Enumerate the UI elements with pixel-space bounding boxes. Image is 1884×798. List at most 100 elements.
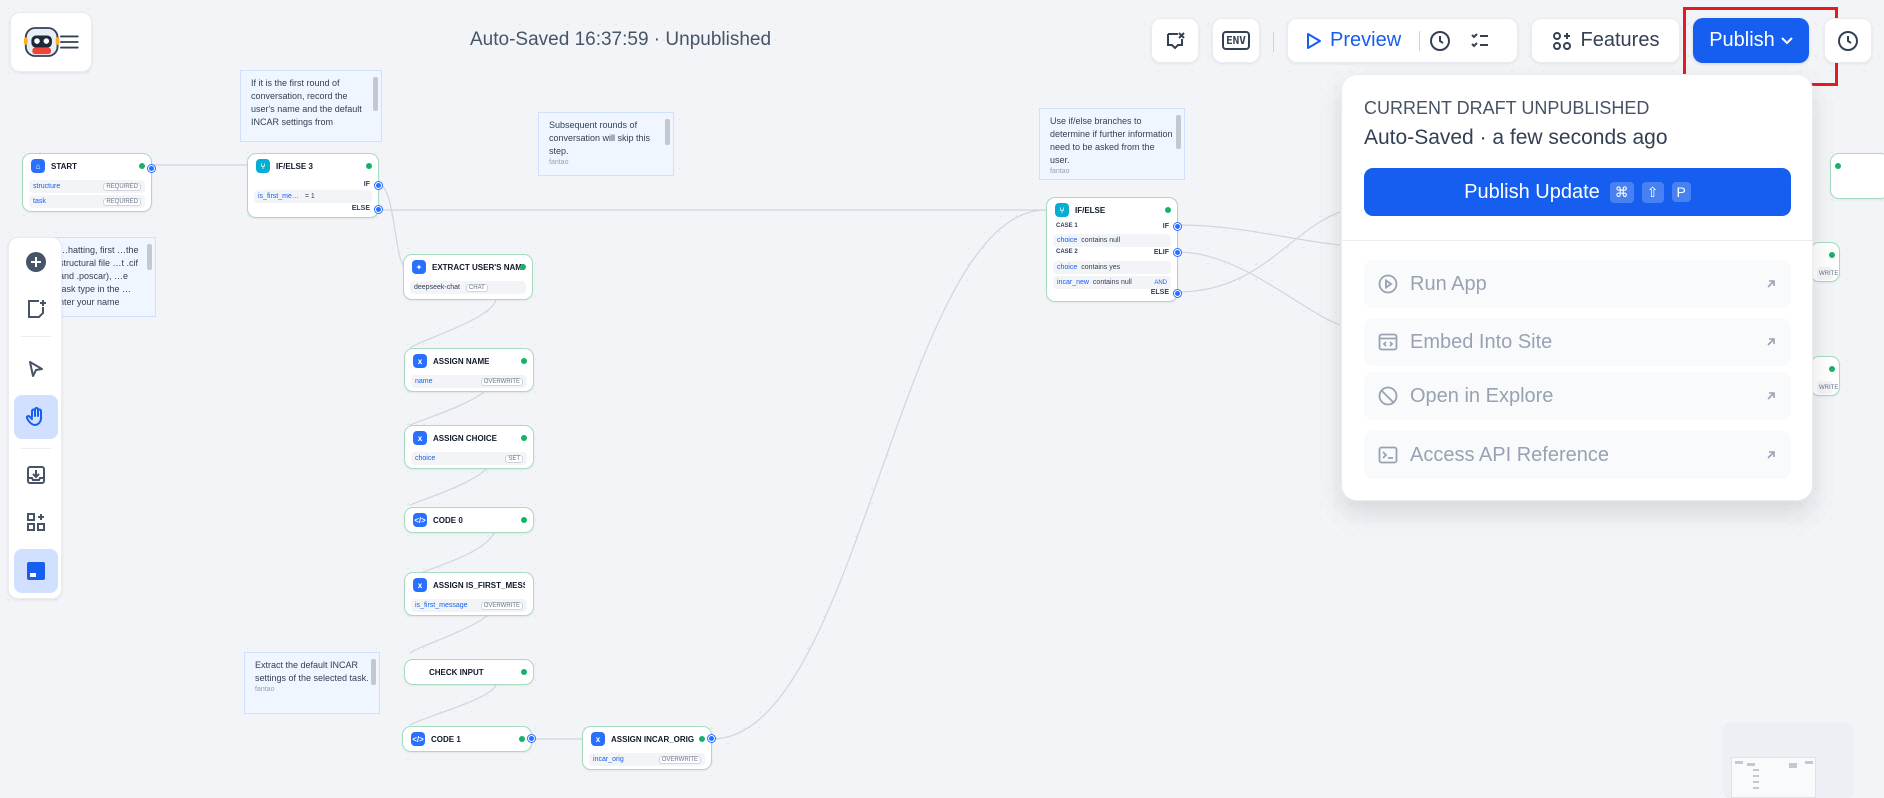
mode-tag: WRITE bbox=[1819, 384, 1839, 391]
condition-row: is_first_me… = 1 bbox=[254, 190, 372, 203]
hamburger-menu-icon[interactable] bbox=[60, 34, 79, 50]
node-assign-first-message[interactable]: x ASSIGN IS_FIRST_MESSAGE is_first_messag… bbox=[404, 572, 534, 616]
node-title: ASSIGN INCAR_ORIG bbox=[611, 734, 695, 744]
minimap[interactable] bbox=[1723, 723, 1853, 798]
mode-tag: OVERWRITE bbox=[480, 377, 523, 386]
node-right-partial-3[interactable]: WRITE bbox=[1810, 356, 1840, 396]
model-tag: CHAT bbox=[465, 283, 488, 292]
app-menu-button[interactable] bbox=[10, 12, 92, 72]
node-check-input[interactable]: CHECK INPUT bbox=[404, 659, 534, 685]
export-image-button[interactable] bbox=[24, 463, 48, 487]
node-ifelse3[interactable]: ⑂ IF/ELSE 3 IF is_first_me… = 1 ELSE bbox=[247, 153, 382, 218]
minimap-node bbox=[1753, 769, 1759, 771]
history-icon bbox=[1838, 30, 1858, 51]
add-node-button[interactable] bbox=[24, 250, 48, 274]
shortcut-key-shift: ⇧ bbox=[1641, 181, 1664, 203]
features-button[interactable]: Features bbox=[1531, 18, 1680, 63]
dropdown-divider bbox=[1342, 240, 1812, 241]
condition-var: choice bbox=[1057, 237, 1078, 244]
start-var-row: structure REQUIRED bbox=[29, 180, 145, 193]
arrow-up-right-icon bbox=[1767, 392, 1775, 400]
code-icon: </> bbox=[411, 732, 425, 746]
home-icon: ⌂ bbox=[31, 159, 45, 173]
note-scrollbar[interactable] bbox=[373, 77, 378, 111]
publish-update-button[interactable]: Publish Update ⌘ ⇧ P bbox=[1364, 168, 1791, 216]
node-title: START bbox=[51, 161, 78, 171]
case2-condition-2: incar_new contains null AND bbox=[1053, 276, 1171, 289]
node-code0[interactable]: </> CODE 0 bbox=[404, 507, 534, 533]
var-name: choice bbox=[415, 455, 436, 462]
open-in-explore-item[interactable]: Open in Explore bbox=[1364, 372, 1791, 420]
else-handle[interactable] bbox=[375, 206, 382, 213]
note-extract[interactable]: Extract the default INCAR settings of th… bbox=[244, 652, 380, 714]
if-label: IF bbox=[363, 181, 370, 188]
else-label: ELSE bbox=[351, 205, 370, 212]
publish-dropdown: CURRENT DRAFT UNPUBLISHED Auto-Saved · a… bbox=[1341, 74, 1813, 501]
status-success-icon bbox=[521, 358, 527, 364]
case1-condition: choice contains null bbox=[1053, 234, 1171, 247]
chevron-down-icon bbox=[1781, 36, 1793, 44]
minimap-viewport[interactable] bbox=[1731, 757, 1816, 798]
if-handle[interactable] bbox=[1174, 223, 1181, 230]
else-handle[interactable] bbox=[1174, 290, 1181, 297]
elif-handle[interactable] bbox=[1174, 249, 1181, 256]
variable-icon: x bbox=[413, 431, 427, 445]
arrow-up-right-icon bbox=[1767, 451, 1775, 459]
embed-into-site-label: Embed Into Site bbox=[1410, 330, 1553, 353]
node-ifelse[interactable]: ⑂ IF/ELSE CASE 1 IF choice contains null C… bbox=[1046, 197, 1181, 302]
minimap-toggle-button[interactable] bbox=[14, 549, 58, 593]
add-node-icon bbox=[26, 252, 46, 272]
note-scrollbar[interactable] bbox=[1176, 115, 1181, 149]
env-button[interactable]: ENV bbox=[1212, 18, 1260, 63]
version-history-button[interactable] bbox=[1824, 18, 1872, 63]
access-api-reference-item[interactable]: Access API Reference bbox=[1364, 431, 1791, 479]
mode-tag: WRITE bbox=[1819, 270, 1839, 277]
note-subsequent[interactable]: Subsequent rounds of conversation will s… bbox=[538, 112, 674, 176]
publish-button[interactable]: Publish bbox=[1693, 18, 1809, 63]
shortcut-key-p: P bbox=[1671, 182, 1691, 202]
if-handle[interactable] bbox=[375, 182, 382, 189]
output-handle[interactable] bbox=[148, 165, 155, 172]
draft-status-heading: CURRENT DRAFT UNPUBLISHED bbox=[1364, 98, 1650, 118]
minimap-node bbox=[1735, 761, 1743, 764]
node-code1[interactable]: </> CODE 1 bbox=[402, 726, 535, 752]
output-handle[interactable] bbox=[528, 735, 535, 742]
minimap-node bbox=[1753, 775, 1759, 777]
node-title: ASSIGN CHOICE bbox=[433, 433, 498, 443]
note-ifelse[interactable]: Use if/else branches to determine if fur… bbox=[1039, 108, 1185, 180]
node-start[interactable]: ⌂ START structure REQUIRED task REQUIRED bbox=[22, 153, 155, 212]
preview-button[interactable]: Preview bbox=[1288, 19, 1419, 62]
checklist-button[interactable] bbox=[1151, 18, 1199, 63]
node-extract-name[interactable]: ✦ EXTRACT USER'S NAME deepseek-chat CHAT bbox=[403, 254, 533, 300]
hand-icon bbox=[25, 407, 42, 427]
node-assign-choice[interactable]: x ASSIGN CHOICE choice SET bbox=[404, 425, 534, 469]
status-success-icon bbox=[139, 163, 145, 169]
node-right-partial-1[interactable] bbox=[1830, 153, 1884, 199]
output-handle[interactable] bbox=[708, 735, 715, 742]
access-api-reference-label: Access API Reference bbox=[1410, 443, 1609, 466]
node-right-partial-2[interactable]: WRITE bbox=[1810, 242, 1840, 282]
node-assign-incar[interactable]: x ASSIGN INCAR_ORIG incar_orig OVERWRITE bbox=[582, 726, 715, 770]
note-scrollbar[interactable] bbox=[665, 119, 670, 145]
run-app-item[interactable]: Run App bbox=[1364, 260, 1791, 308]
case2-label: CASE 2 bbox=[1056, 249, 1078, 255]
node-assign-name[interactable]: x ASSIGN NAME name OVERWRITE bbox=[404, 348, 534, 392]
env-label: ENV bbox=[1222, 31, 1250, 50]
explore-icon bbox=[1378, 386, 1398, 406]
embed-into-site-item[interactable]: Embed Into Site bbox=[1364, 318, 1791, 366]
draft-autosave-text: Auto-Saved · a few seconds ago bbox=[1364, 126, 1668, 149]
note-scrollbar[interactable] bbox=[147, 244, 152, 270]
mode-tag: OVERWRITE bbox=[658, 755, 701, 764]
status-success-icon bbox=[1835, 163, 1841, 169]
note-first-round[interactable]: If it is the first round of conversation… bbox=[240, 70, 382, 142]
organize-blocks-button[interactable] bbox=[24, 510, 48, 534]
hand-mode-button[interactable] bbox=[14, 395, 58, 439]
status-success-icon bbox=[519, 736, 525, 742]
checklist-toggle[interactable] bbox=[1460, 31, 1500, 51]
node-title: IF/ELSE 3 bbox=[276, 161, 313, 171]
pointer-mode-button[interactable] bbox=[24, 358, 48, 382]
add-note-button[interactable] bbox=[24, 297, 48, 321]
model-row: deepseek-chat CHAT bbox=[410, 281, 526, 294]
run-history-button[interactable] bbox=[1420, 30, 1460, 52]
note-scrollbar[interactable] bbox=[371, 659, 376, 685]
